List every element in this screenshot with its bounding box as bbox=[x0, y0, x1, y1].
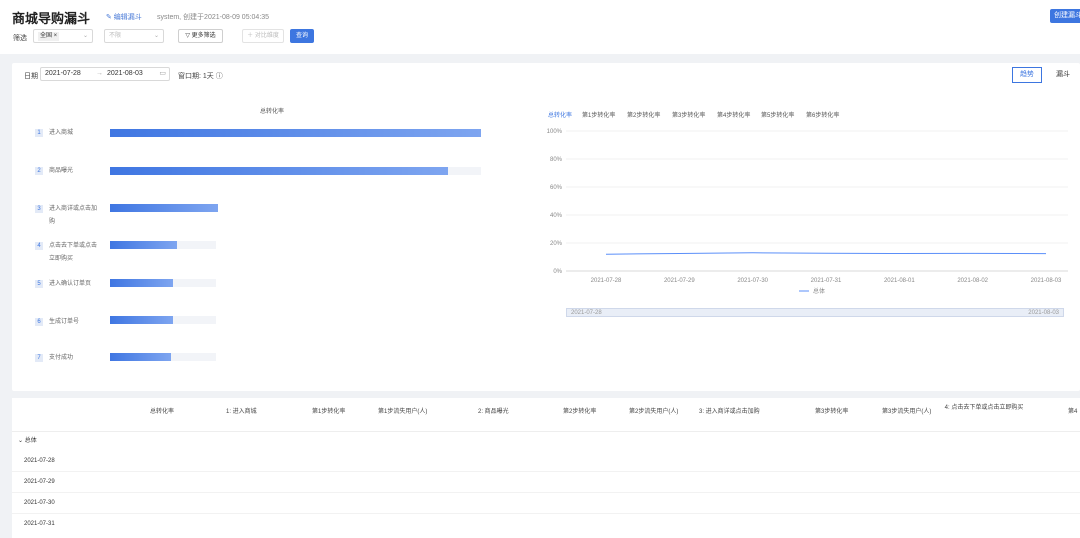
x-tick-label: 2021-07-31 bbox=[811, 278, 842, 284]
legend-step2-rate[interactable]: 第2步转化率 bbox=[627, 110, 660, 119]
col-header[interactable]: 第2步转化率 bbox=[563, 408, 596, 417]
calendar-icon[interactable]: ▭ bbox=[159, 68, 166, 80]
window-period[interactable]: 窗口期: 1天 ⓘ bbox=[178, 71, 223, 81]
col-header[interactable]: 2: 商品曝光 bbox=[478, 408, 509, 417]
group-row-total[interactable]: ⌄ 总体 bbox=[18, 435, 37, 444]
col-header[interactable]: 第2步流失用户(人) bbox=[629, 408, 678, 417]
date-end[interactable]: 2021-08-03 bbox=[107, 68, 143, 80]
create-funnel-button[interactable]: 创建漏斗 bbox=[1050, 9, 1080, 23]
legend-label[interactable]: 总体 bbox=[813, 287, 825, 295]
date-range-slider[interactable]: 2021-07-28 2021-08-03 bbox=[566, 308, 1064, 317]
col-header[interactable]: 1: 进入商城 bbox=[226, 408, 257, 417]
x-tick-label: 2021-08-03 bbox=[1031, 278, 1062, 284]
y-tick-label: 80% bbox=[550, 157, 563, 163]
more-filters-button[interactable]: ▽ 更多筛选 bbox=[178, 29, 223, 43]
step-number: 7 bbox=[35, 354, 43, 362]
page-title: 商城导购漏斗 bbox=[12, 11, 91, 26]
step-number: 6 bbox=[35, 318, 43, 326]
row-divider bbox=[12, 513, 1080, 514]
step-name: 点击去下单或点击立即购买 bbox=[49, 243, 98, 262]
y-tick-label: 0% bbox=[553, 269, 562, 275]
step-number: 1 bbox=[35, 129, 43, 137]
funnel-bar-5[interactable] bbox=[110, 279, 173, 287]
edit-funnel-button[interactable]: ✎ 编辑漏斗 bbox=[106, 12, 142, 22]
table-row: 2021-07-31 bbox=[24, 521, 55, 527]
step-number: 4 bbox=[35, 242, 43, 250]
funnel-bar-6[interactable] bbox=[110, 316, 173, 324]
row-divider bbox=[12, 492, 1080, 493]
date-label: 日期 bbox=[24, 73, 38, 80]
secondary-select[interactable]: 不限 ⌄ bbox=[104, 29, 164, 43]
col-header[interactable]: 第3步转化率 bbox=[815, 408, 848, 417]
slider-end-label[interactable]: 2021-08-03 bbox=[1028, 309, 1059, 317]
row-divider bbox=[12, 471, 1080, 472]
region-tag[interactable]: 全国 × bbox=[38, 32, 60, 41]
x-tick-label: 2021-08-01 bbox=[884, 278, 915, 284]
x-tick-label: 2021-07-30 bbox=[737, 278, 768, 284]
y-tick-label: 100% bbox=[547, 129, 563, 135]
funnel-bar-7[interactable] bbox=[110, 353, 171, 361]
slider-start-label[interactable]: 2021-07-28 bbox=[571, 309, 602, 317]
x-tick-label: 2021-08-02 bbox=[957, 278, 988, 284]
region-select[interactable]: 全国 × ⌄ bbox=[33, 29, 93, 43]
date-start[interactable]: 2021-07-28 bbox=[45, 68, 81, 80]
col-header[interactable]: 总转化率 bbox=[150, 408, 174, 417]
col-header[interactable]: 第1步流失用户(人) bbox=[378, 408, 427, 417]
step-name: 进入商详或点击加购 bbox=[49, 206, 98, 225]
chevron-down-icon: ⌄ bbox=[82, 33, 88, 39]
funnel-panel: 日期 2021-07-28 → 2021-08-03 ▭ 窗口期: 1天 ⓘ 趋… bbox=[12, 63, 1080, 391]
chevron-down-icon: ⌄ bbox=[153, 33, 159, 39]
step-number: 2 bbox=[35, 167, 43, 175]
filter-label: 筛选 bbox=[13, 35, 27, 42]
top-bar: 商城导购漏斗 ▾ ✎ 编辑漏斗 system, 创建于2021-08-09 05… bbox=[0, 0, 1080, 54]
legend-total-rate[interactable]: 总转化率 bbox=[548, 110, 572, 119]
funnel-title: 总转化率 bbox=[260, 109, 285, 115]
step-number: 3 bbox=[35, 205, 43, 213]
step-number: 5 bbox=[35, 280, 43, 288]
col-header[interactable]: 第1步转化率 bbox=[312, 408, 345, 417]
date-separator: → bbox=[96, 70, 103, 77]
step-name: 进入确认订单页 bbox=[49, 281, 92, 287]
step-name: 生成订单号 bbox=[49, 319, 80, 325]
y-tick-label: 60% bbox=[550, 185, 563, 191]
table-row: 2021-07-28 bbox=[24, 458, 55, 464]
col-header[interactable]: 3: 进入商详或点击加购 bbox=[699, 408, 760, 417]
legend-step4-rate[interactable]: 第4步转化率 bbox=[717, 110, 750, 119]
creation-meta: system, 创建于2021-08-09 05:04:35 bbox=[157, 14, 270, 21]
y-tick-label: 40% bbox=[550, 213, 563, 219]
header-divider bbox=[12, 431, 1080, 432]
y-tick-label: 20% bbox=[550, 241, 563, 247]
step-name: 商品曝光 bbox=[49, 168, 74, 174]
date-range-picker[interactable]: 2021-07-28 → 2021-08-03 ▭ bbox=[40, 67, 170, 81]
query-button[interactable]: 查询 bbox=[290, 29, 314, 43]
secondary-select-placeholder: 不限 bbox=[109, 33, 122, 39]
tab-funnel[interactable]: 漏斗 bbox=[1046, 67, 1080, 83]
compare-dimension-button[interactable]: ＋ 对比维度 bbox=[242, 29, 284, 43]
series-line[interactable] bbox=[605, 252, 1047, 255]
table-row: 2021-07-30 bbox=[24, 500, 55, 506]
col-header[interactable]: 4: 点击去下单或点击立即购买 bbox=[944, 404, 1024, 413]
tab-trend[interactable]: 趋势 bbox=[1012, 67, 1042, 83]
x-tick-label: 2021-07-29 bbox=[664, 278, 695, 284]
legend-step1-rate[interactable]: 第1步转化率 bbox=[582, 110, 615, 119]
step-name: 支付成功 bbox=[49, 355, 74, 361]
step-name: 进入商城 bbox=[49, 130, 74, 136]
col-header[interactable]: 第3步流失用户(人) bbox=[882, 408, 931, 417]
trend-chart: 100% 80% 60% 40% 20% 0% 2021-07-28 2021-07-29 2… bbox=[547, 129, 1068, 295]
table-row: 2021-07-29 bbox=[24, 479, 55, 485]
chevron-down-icon[interactable]: ▾ bbox=[82, 12, 86, 20]
funnel-bar-2[interactable] bbox=[110, 167, 448, 175]
x-tick-label: 2021-07-28 bbox=[591, 278, 622, 284]
legend-step5-rate[interactable]: 第5步转化率 bbox=[761, 110, 794, 119]
legend-step6-rate[interactable]: 第6步转化率 bbox=[806, 110, 839, 119]
funnel-bar-3[interactable] bbox=[110, 204, 218, 212]
col-header[interactable]: 第4 bbox=[1068, 408, 1077, 417]
funnel-bar-1[interactable] bbox=[110, 129, 481, 137]
legend-step3-rate[interactable]: 第3步转化率 bbox=[672, 110, 705, 119]
funnel-bar-4[interactable] bbox=[110, 241, 177, 249]
data-table: 总转化率 1: 进入商城 第1步转化率 第1步流失用户(人) 2: 商品曝光 第… bbox=[12, 398, 1080, 538]
